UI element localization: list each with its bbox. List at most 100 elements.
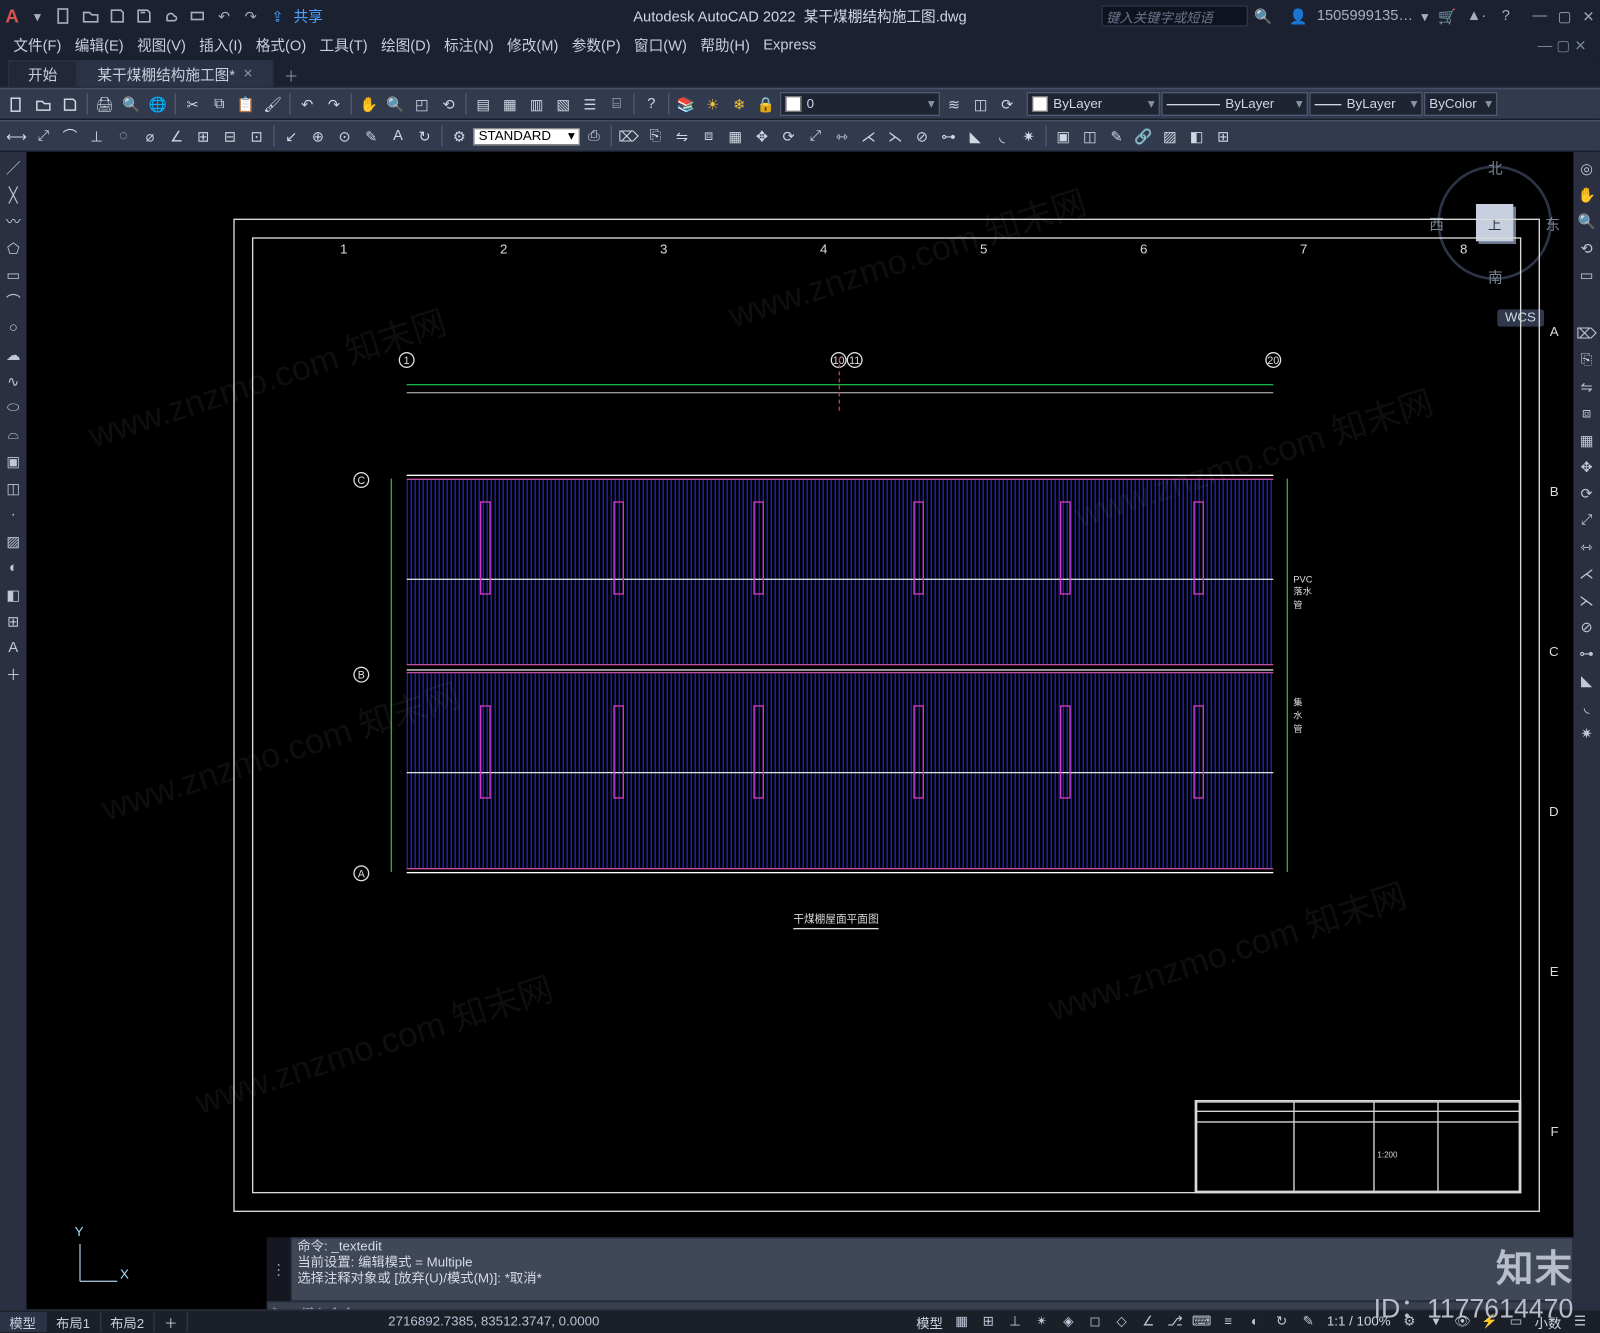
table-icon[interactable]: ⊞ [3, 611, 24, 632]
copy-btn[interactable]: ⧉ [207, 91, 232, 116]
menu-modify[interactable]: 修改(M) [502, 35, 564, 56]
modify-break-btn[interactable]: ⊘ [909, 123, 934, 148]
menu-draw[interactable]: 绘图(D) [376, 35, 436, 56]
dim-diam-btn[interactable]: ⌀ [137, 123, 162, 148]
break2-icon[interactable]: ⊘ [1576, 616, 1597, 637]
minimize-icon[interactable]: — [1532, 7, 1547, 24]
save-btn[interactable] [57, 91, 82, 116]
transparency-icon[interactable]: ◐ [1243, 1313, 1267, 1332]
match-btn[interactable]: 🖌 [260, 91, 285, 116]
modify-trim-btn[interactable]: ⋌ [856, 123, 881, 148]
join2-icon[interactable]: ⊶ [1576, 643, 1597, 664]
saveas-icon[interactable] [133, 5, 154, 26]
save-icon[interactable] [107, 5, 128, 26]
osnap-icon[interactable]: ◻ [1083, 1313, 1107, 1332]
modify-copy-btn[interactable]: ⎘ [643, 123, 668, 148]
prop-btn[interactable]: ▤ [471, 91, 496, 116]
polar-icon[interactable]: ✴ [1030, 1313, 1054, 1332]
new-btn[interactable] [4, 91, 29, 116]
layprev-btn[interactable]: ⟳ [995, 91, 1020, 116]
tab-close-icon[interactable]: ✕ [243, 67, 253, 82]
layout-tab-model[interactable]: 模型 [0, 1312, 47, 1332]
cut-btn[interactable]: ✂ [180, 91, 205, 116]
zoom-win-btn[interactable]: ◰ [409, 91, 434, 116]
linetype-dropdown[interactable]: ByLayer▾ [1161, 92, 1308, 116]
hatch-btn[interactable]: ▨ [1157, 123, 1182, 148]
dim-aligned-btn[interactable]: ⤢ [31, 123, 56, 148]
layout-tab-1[interactable]: 布局1 [47, 1312, 101, 1332]
lineweight-dropdown[interactable]: ByLayer▾ [1309, 92, 1422, 116]
block-create-btn[interactable]: ◫ [1077, 123, 1102, 148]
dim-quick-btn[interactable]: ⊞ [191, 123, 216, 148]
layer-sun-icon[interactable]: ☀ [700, 91, 725, 116]
menu-window[interactable]: 窗口(W) [629, 35, 693, 56]
showmotion-icon[interactable]: ▭ [1576, 264, 1597, 285]
dim-ord-btn[interactable]: ⊥ [84, 123, 109, 148]
stretch2-icon[interactable]: ⇿ [1576, 536, 1597, 557]
annomon-icon[interactable]: ✎ [1296, 1313, 1320, 1332]
dim-tedit-btn[interactable]: A [385, 123, 410, 148]
explode2-icon[interactable]: ✷ [1576, 723, 1597, 744]
undo-icon[interactable]: ↶ [213, 5, 234, 26]
zoom-btn[interactable]: 🔍 [383, 91, 408, 116]
markup-btn[interactable]: ☰ [577, 91, 602, 116]
calc-btn[interactable]: ⌸ [604, 91, 629, 116]
sheet-btn[interactable]: ▧ [551, 91, 576, 116]
offset2-icon[interactable]: ⧈ [1576, 403, 1597, 424]
ellipse-icon[interactable]: ⬭ [3, 397, 24, 418]
pan-icon[interactable]: ✋ [1576, 184, 1597, 205]
redo-btn[interactable]: ↷ [321, 91, 346, 116]
grid-icon[interactable]: ▦ [950, 1313, 974, 1332]
hatch-icon[interactable]: ▨ [3, 531, 24, 552]
extend2-icon[interactable]: ⋋ [1576, 589, 1597, 610]
menu-param[interactable]: 参数(P) [566, 35, 626, 56]
modify-scale-btn[interactable]: ⤢ [803, 123, 828, 148]
plot-btn[interactable]: 🖨 [92, 91, 117, 116]
arc-icon[interactable]: ⌒ [3, 291, 24, 312]
block-edit-btn[interactable]: ✎ [1104, 123, 1129, 148]
array2-icon[interactable]: ▦ [1576, 429, 1597, 450]
menu-format[interactable]: 格式(O) [250, 35, 311, 56]
dynucs-icon[interactable]: ⎇ [1163, 1313, 1187, 1332]
open-btn[interactable] [31, 91, 56, 116]
snap-icon[interactable]: ⊞ [976, 1313, 1000, 1332]
layiso-btn[interactable]: ◫ [968, 91, 993, 116]
help-btn[interactable]: ? [639, 91, 664, 116]
zoom-ext-icon[interactable]: 🔍 [1576, 211, 1597, 232]
help-icon[interactable]: ? [1495, 5, 1516, 26]
ortho-icon[interactable]: ⊥ [1003, 1313, 1027, 1332]
close-icon[interactable]: ✕ [1582, 7, 1594, 24]
spline-icon[interactable]: ∿ [3, 371, 24, 392]
dim-update-btn[interactable]: ↻ [412, 123, 437, 148]
layer-dropdown[interactable]: 0▾ [780, 92, 940, 116]
polygon-icon[interactable]: ⬠ [3, 237, 24, 258]
modify-chamfer-btn[interactable]: ◣ [963, 123, 988, 148]
ellipse-arc-icon[interactable]: ⌓ [3, 424, 24, 445]
layout-add-icon[interactable]: ＋ [155, 1312, 188, 1332]
caret-down-icon[interactable]: ▾ [27, 5, 48, 26]
scale2-icon[interactable]: ⤢ [1576, 509, 1597, 530]
modify-array-btn[interactable]: ▦ [723, 123, 748, 148]
pline-icon[interactable]: 〰 [3, 211, 24, 232]
undo-btn[interactable]: ↶ [295, 91, 320, 116]
dimstyle-btn[interactable]: ⚙ [447, 123, 472, 148]
xline-icon[interactable]: ╳ [3, 184, 24, 205]
erase-icon[interactable]: ⌦ [1576, 323, 1597, 344]
menu-help[interactable]: 帮助(H) [695, 35, 755, 56]
pan-btn[interactable]: ✋ [356, 91, 381, 116]
table-btn[interactable]: ⊞ [1211, 123, 1236, 148]
modify-erase-btn[interactable]: ⌦ [616, 123, 641, 148]
toolpal-btn[interactable]: ▥ [524, 91, 549, 116]
plot-icon[interactable] [187, 5, 208, 26]
lwt-icon[interactable]: ≡ [1216, 1313, 1240, 1332]
basket-icon[interactable]: 🛒 [1436, 5, 1457, 26]
color-dropdown[interactable]: ByLayer▾ [1027, 92, 1160, 116]
fillet2-icon[interactable]: ◟ [1576, 696, 1597, 717]
menu-edit[interactable]: 编辑(E) [69, 35, 129, 56]
modify-extend-btn[interactable]: ⋋ [883, 123, 908, 148]
steering-icon[interactable]: ◎ [1576, 157, 1597, 178]
mtext-icon[interactable]: A [3, 637, 24, 658]
revcloud-icon[interactable]: ☁ [3, 344, 24, 365]
tab-add-icon[interactable]: ＋ [273, 65, 309, 86]
share-label[interactable]: 共享 [293, 5, 322, 26]
